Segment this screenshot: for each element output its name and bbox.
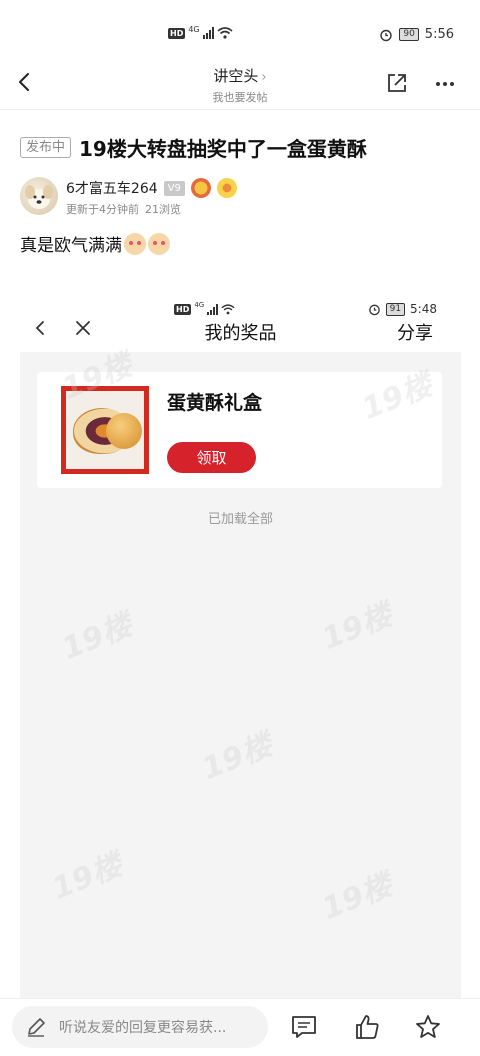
level-badge: V9 [163, 180, 185, 196]
cat-love-emoji-icon [124, 232, 146, 255]
image-status-time: 5:48 [410, 302, 437, 316]
top-nav: 讲空头 › 我也要发帖 [0, 60, 480, 110]
chevron-right-icon: › [261, 70, 267, 85]
image-hd-badge: HD [174, 303, 192, 315]
author-name[interactable]: 6才富五车264 [66, 178, 158, 198]
post-text: 真是欧气满满 [20, 236, 122, 256]
status-badge: 发布中 [20, 137, 72, 158]
reply-input[interactable]: 听说友爱的回复更容易获... [12, 1006, 268, 1048]
reply-placeholder: 听说友爱的回复更容易获... [59, 1020, 227, 1036]
avatar[interactable] [20, 177, 58, 215]
network-label: 4G [188, 24, 200, 34]
post-header: 发布中 19楼大转盘抽奖中了一盒蛋黄酥 [20, 133, 367, 162]
image-status-signal: HD 4G [174, 301, 235, 315]
forum-title-link[interactable]: 讲空头 › 我也要发帖 [0, 65, 480, 105]
view-count: 21浏览 [145, 203, 181, 216]
claim-button: 领取 [167, 442, 256, 473]
alarm-icon [380, 29, 393, 41]
watermark: 19楼 [317, 597, 398, 657]
updated-time: 更新于4分钟前 [66, 203, 139, 216]
watermark: 19楼 [317, 867, 398, 927]
image-share-label: 分享 [397, 323, 433, 344]
signal-icon [202, 27, 214, 39]
image-signal-icon [207, 303, 219, 315]
watermark: 19楼 [57, 607, 138, 667]
image-wifi-icon [221, 303, 235, 314]
bottom-bar: 听说友爱的回复更容易获... [0, 998, 480, 1056]
author-name-row: 6才富五车264 V9 [66, 178, 237, 198]
post-title: 19楼大转盘抽奖中了一盒蛋黄酥 [79, 137, 367, 161]
image-network-label: 4G [194, 301, 205, 309]
watermark: 19楼 [197, 727, 278, 787]
comment-icon[interactable] [290, 1013, 318, 1041]
pen-icon [28, 1018, 45, 1037]
like-icon[interactable] [353, 1013, 381, 1041]
post-new-link[interactable]: 我也要发帖 [0, 89, 480, 105]
image-page-title: 我的奖品 [204, 323, 277, 344]
medal-icon [190, 178, 211, 198]
battery-icon: 90 [399, 28, 419, 41]
cat-heart-eyes-emoji-icon [148, 232, 170, 255]
author-block: 6才富五车264 V9 更新于4分钟前 21浏览 [20, 176, 460, 216]
forum-title[interactable]: 讲空头 [213, 67, 258, 85]
star-icon[interactable] [414, 1013, 442, 1041]
image-status-right: 91 5:48 [368, 302, 437, 316]
image-alarm-icon [368, 304, 380, 315]
prize-name: 蛋黄酥礼盒 [167, 392, 263, 414]
status-time: 5:56 [424, 27, 454, 42]
share-icon[interactable] [386, 72, 408, 94]
status-right: 90 5:56 [379, 27, 454, 42]
more-icon[interactable] [434, 73, 456, 95]
post-meta: 更新于4分钟前 21浏览 [66, 201, 181, 217]
post-image[interactable]: HD 4G 91 5:48 我的奖品 分享 蛋黄酥礼盒 领取 已加载全部 19楼… [20, 292, 461, 998]
image-header: HD 4G 91 5:48 我的奖品 分享 [20, 292, 461, 352]
wifi-icon [217, 27, 233, 39]
status-signal: HD 4G [168, 24, 233, 39]
post-body: 真是欧气满满 [20, 231, 170, 256]
image-battery-icon: 91 [385, 302, 406, 316]
loaded-all-text: 已加载全部 [207, 512, 273, 527]
status-bar: HD 4G 90 5:56 [0, 0, 480, 60]
hd-badge: HD [168, 27, 186, 39]
dog-avatar-icon [25, 185, 53, 209]
flower-medal-icon [216, 178, 237, 198]
watermark: 19楼 [47, 847, 128, 907]
